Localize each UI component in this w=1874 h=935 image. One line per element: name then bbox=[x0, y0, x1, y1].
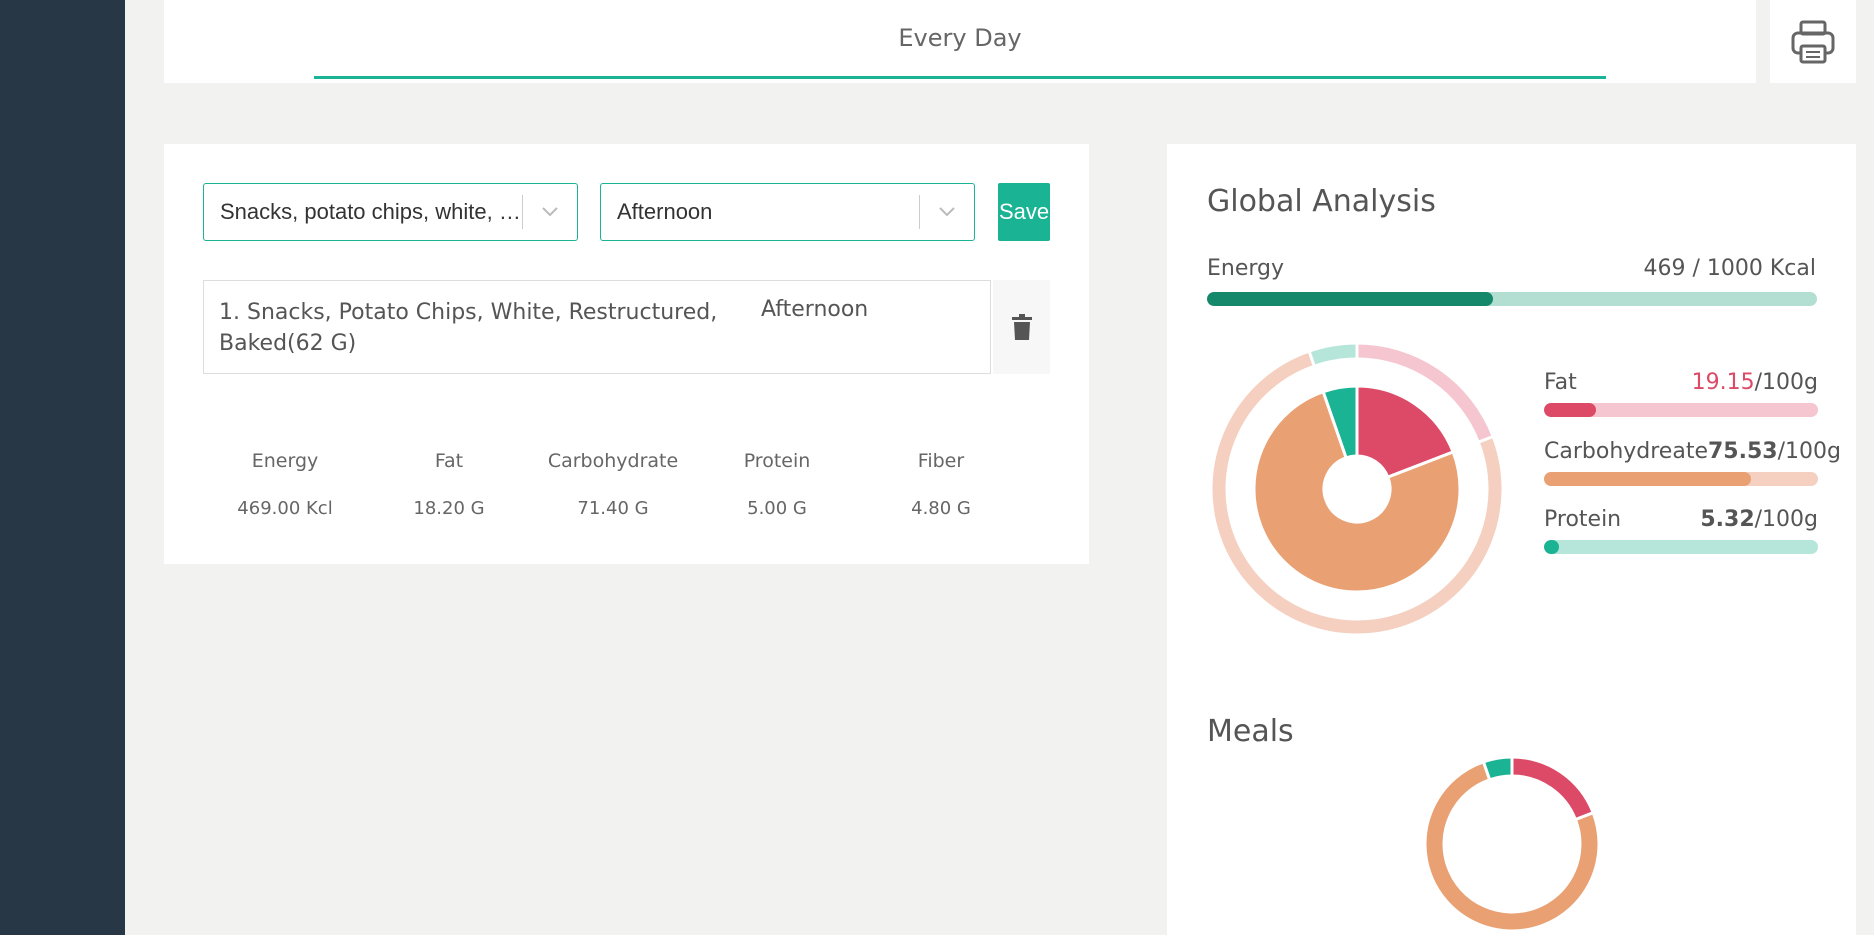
macro-unit: /100g bbox=[1777, 439, 1841, 464]
macro-unit: /100g bbox=[1754, 370, 1818, 395]
print-button[interactable] bbox=[1770, 0, 1856, 83]
nutrient-value: 469.00 Kcl bbox=[237, 498, 333, 519]
macro-value: 5.32 bbox=[1700, 507, 1755, 532]
nutrient-energy: Energy 469.00 Kcl bbox=[203, 450, 367, 519]
energy-value: 469 / 1000 Kcal bbox=[1643, 256, 1817, 281]
sidebar bbox=[0, 0, 125, 935]
nutrient-value: 4.80 G bbox=[911, 498, 971, 519]
fat-segment bbox=[1510, 755, 1596, 822]
nutrient-label: Fiber bbox=[917, 450, 965, 472]
macro-progress-fill bbox=[1544, 403, 1597, 417]
macro-progress-bar bbox=[1544, 540, 1818, 554]
time-select-value: Afternoon bbox=[617, 199, 713, 224]
delete-entry-button[interactable] bbox=[993, 280, 1050, 374]
protein-segment bbox=[1481, 755, 1514, 782]
printer-icon bbox=[1791, 20, 1835, 63]
time-select[interactable]: Afternoon bbox=[600, 183, 975, 241]
food-select-value: Snacks, potato chips, white, restructure… bbox=[220, 199, 522, 224]
macro-value: 19.15 bbox=[1691, 370, 1755, 395]
active-tab-indicator bbox=[314, 76, 1606, 79]
nutrition-summary: Energy 469.00 Kcl Fat 18.20 G Carbohydra… bbox=[203, 450, 1023, 519]
macro-progress-fill bbox=[1544, 540, 1559, 554]
nutrient-value: 5.00 G bbox=[747, 498, 807, 519]
energy-label: Energy bbox=[1207, 256, 1285, 281]
meals-title: Meals bbox=[1207, 714, 1294, 749]
macro-carbohydrate: Carbohydreate 75.53/100g bbox=[1544, 439, 1841, 486]
macro-value: 75.53 bbox=[1707, 439, 1778, 464]
nutrient-label: Carbohydrate bbox=[547, 450, 679, 472]
energy-progress-bar bbox=[1207, 292, 1817, 306]
food-select[interactable]: Snacks, potato chips, white, restructure… bbox=[203, 183, 578, 241]
macro-progress-fill bbox=[1544, 472, 1751, 486]
nutrient-label: Protein bbox=[743, 450, 811, 472]
trash-icon bbox=[1011, 314, 1032, 340]
macro-label: Carbohydreate bbox=[1544, 439, 1708, 464]
nutrient-carbohydrate: Carbohydrate 71.40 G bbox=[531, 450, 695, 519]
save-button[interactable]: Save bbox=[998, 183, 1050, 241]
global-analysis-title: Global Analysis bbox=[1207, 184, 1436, 219]
nutrient-fat: Fat 18.20 G bbox=[367, 450, 531, 519]
chevron-down-icon[interactable] bbox=[920, 206, 974, 218]
meal-entry-card: Snacks, potato chips, white, restructure… bbox=[164, 144, 1089, 564]
macro-unit: /100g bbox=[1754, 507, 1818, 532]
nutrient-fiber: Fiber 4.80 G bbox=[859, 450, 1023, 519]
entry-time: Afternoon bbox=[761, 297, 869, 322]
nutrient-value: 18.20 G bbox=[413, 498, 485, 519]
macro-donut-chart bbox=[1209, 341, 1505, 637]
macro-progress-bar bbox=[1544, 472, 1818, 486]
period-tabs: Every Day bbox=[164, 0, 1756, 83]
nutrient-label: Energy bbox=[251, 450, 319, 472]
energy-progress-fill bbox=[1207, 292, 1494, 306]
macro-protein: Protein 5.32/100g bbox=[1544, 507, 1818, 554]
tab-every-day[interactable]: Every Day bbox=[164, 24, 1756, 52]
entry-food-name: 1. Snacks, Potato Chips, White, Restruct… bbox=[219, 300, 718, 356]
macro-label: Fat bbox=[1544, 370, 1577, 395]
list-item: 1. Snacks, Potato Chips, White, Restruct… bbox=[203, 280, 991, 374]
nutrient-label: Fat bbox=[434, 450, 464, 472]
macro-fat: Fat 19.15/100g bbox=[1544, 370, 1818, 417]
nutrient-value: 71.40 G bbox=[577, 498, 649, 519]
nutrient-protein: Protein 5.00 G bbox=[695, 450, 859, 519]
chevron-down-icon[interactable] bbox=[523, 206, 577, 218]
protein-segment bbox=[1307, 341, 1359, 369]
meals-donut-chart bbox=[1423, 755, 1601, 933]
macro-label: Protein bbox=[1544, 507, 1622, 532]
analysis-card: Global Analysis Energy 469 / 1000 Kcal F… bbox=[1167, 144, 1856, 935]
macro-progress-bar bbox=[1544, 403, 1818, 417]
